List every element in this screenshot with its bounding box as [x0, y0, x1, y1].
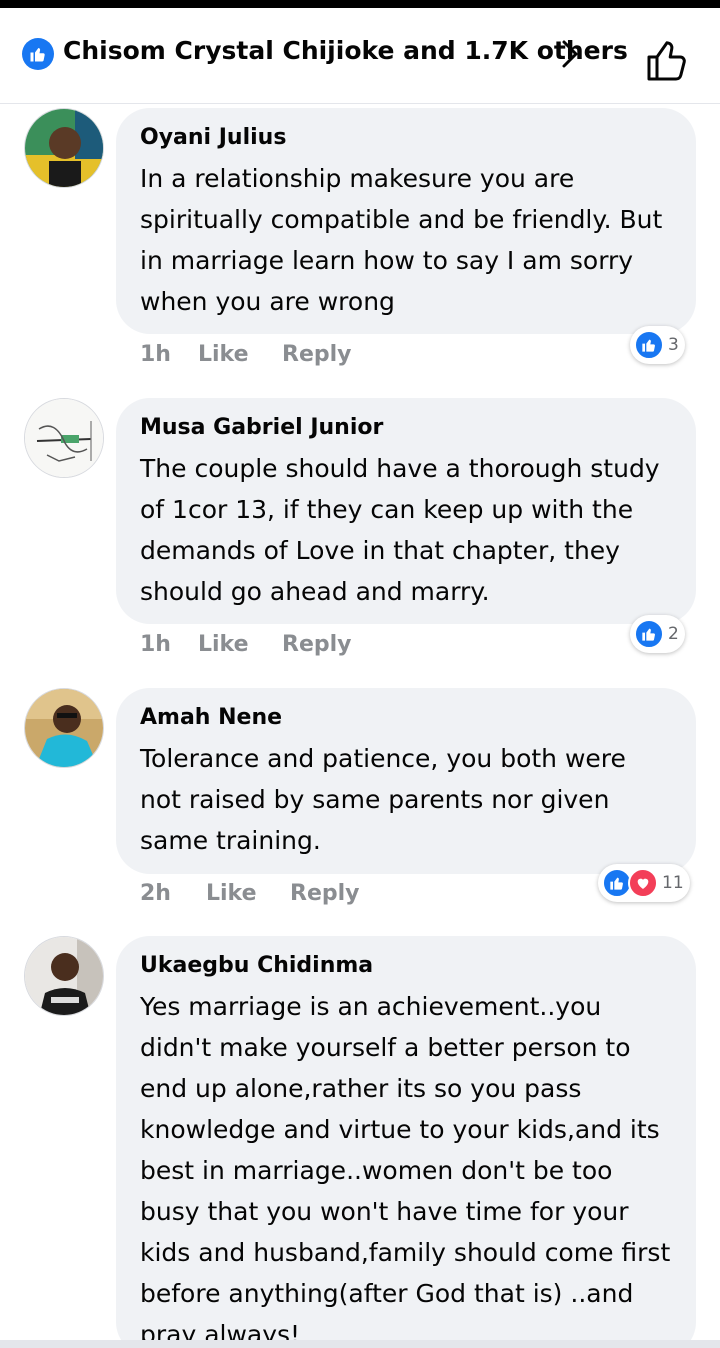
- like-outline-icon[interactable]: [644, 38, 690, 84]
- reaction-count: 2: [668, 624, 679, 644]
- reaction-summary[interactable]: 11: [598, 864, 690, 902]
- comment-bubble[interactable]: Amah Nene Tolerance and patience, you bo…: [116, 688, 696, 874]
- reaction-summary[interactable]: 2: [630, 615, 685, 653]
- comment-time[interactable]: 1h: [140, 632, 171, 657]
- comment-author[interactable]: Oyani Julius: [140, 122, 672, 154]
- reply-button[interactable]: Reply: [282, 342, 352, 367]
- like-button[interactable]: Like: [206, 881, 257, 906]
- love-reaction-icon: [628, 868, 658, 898]
- avatar[interactable]: [24, 688, 104, 768]
- comment-author[interactable]: Ukaegbu Chidinma: [140, 950, 672, 982]
- reactors-summary[interactable]: Chisom Crystal Chijioke and 1.7K others: [63, 36, 628, 65]
- reaction-summary[interactable]: 3: [630, 326, 685, 364]
- chevron-right-icon[interactable]: [556, 36, 584, 72]
- comment-time[interactable]: 2h: [140, 881, 171, 906]
- like-reaction-icon: [634, 330, 664, 360]
- status-strip: [0, 0, 720, 8]
- avatar[interactable]: [24, 936, 104, 1016]
- comment-author[interactable]: Musa Gabriel Junior: [140, 412, 672, 444]
- comment-text: Yes marriage is an achievement..you didn…: [140, 992, 671, 1348]
- like-badge-icon: [22, 38, 54, 70]
- avatar[interactable]: [24, 398, 104, 478]
- comment-bubble[interactable]: Ukaegbu Chidinma Yes marriage is an achi…: [116, 936, 696, 1348]
- comment-bubble[interactable]: Oyani Julius In a relationship makesure …: [116, 108, 696, 334]
- reply-button[interactable]: Reply: [282, 632, 352, 657]
- comment-text: The couple should have a thorough study …: [140, 454, 660, 606]
- comment-time[interactable]: 1h: [140, 342, 171, 367]
- avatar[interactable]: [24, 108, 104, 188]
- reaction-count: 3: [668, 335, 679, 355]
- bottom-edge: [0, 1340, 720, 1348]
- reactions-header[interactable]: Chisom Crystal Chijioke and 1.7K others: [0, 8, 720, 104]
- comment-author[interactable]: Amah Nene: [140, 702, 672, 734]
- like-button[interactable]: Like: [198, 342, 249, 367]
- comment-bubble[interactable]: Musa Gabriel Junior The couple should ha…: [116, 398, 696, 624]
- like-reaction-icon: [634, 619, 664, 649]
- comment-text: In a relationship makesure you are spiri…: [140, 164, 663, 316]
- like-button[interactable]: Like: [198, 632, 249, 657]
- reaction-count: 11: [662, 873, 684, 893]
- comment-text: Tolerance and patience, you both were no…: [140, 744, 626, 855]
- reply-button[interactable]: Reply: [290, 881, 360, 906]
